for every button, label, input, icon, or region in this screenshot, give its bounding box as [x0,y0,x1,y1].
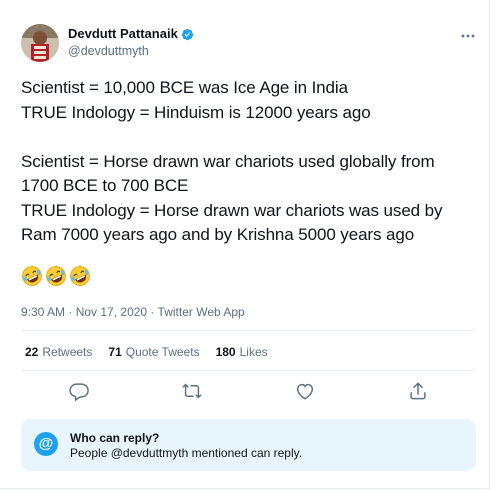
avatar-photo-icon [21,24,59,62]
tweet-metadata: 9:30 AM · Nov 17, 2020 · Twitter Web App [21,304,245,320]
tweet-stats: 22 Retweets 71 Quote Tweets 180 Likes [25,344,268,360]
tweet-source-link[interactable]: Twitter Web App [158,305,245,319]
likes-stat[interactable]: 180 Likes [216,344,268,360]
retweets-label: Retweets [42,345,93,359]
tweet-text-line: 1700 BCE to 700 BCE [21,176,189,195]
tweet-text-line: Ram 7000 years ago and by Krishna 5000 y… [21,225,415,244]
author-names: Devdutt Pattanaik @devduttmyth [68,26,194,59]
retweets-stat[interactable]: 22 Retweets [25,344,92,360]
who-can-reply-notice: @ Who can reply? People @devduttmyth men… [21,419,476,471]
at-mention-icon: @ [34,432,58,456]
likes-label: Likes [239,345,268,359]
tweet-date: Nov 17, 2020 [75,305,148,319]
tweet-text-line: Scientist = 10,000 BCE was Ice Age in In… [21,78,348,97]
tweet-text-line: TRUE Indology = Horse drawn war chariots… [21,200,443,220]
retweets-count: 22 [25,345,39,359]
who-can-reply-description: People @devduttmyth mentioned can reply. [70,446,303,460]
divider [21,370,474,371]
rolling-on-floor-laughing-emoji-icon [45,265,67,287]
like-icon[interactable] [294,380,316,402]
likes-count: 180 [215,345,236,359]
tweet-time-link[interactable]: 9:30 AM · Nov 17, 2020 [21,305,147,319]
tweet-text: Scientist = 10,000 BCE was Ice Age in In… [21,76,491,248]
verified-badge-icon [181,28,194,41]
quote-tweets-stat[interactable]: 71 Quote Tweets [108,344,199,360]
tweet-time: 9:30 AM [21,305,66,319]
divider [21,330,474,331]
tweet-card: Devdutt Pattanaik @devduttmyth Scientist… [0,0,490,489]
reply-icon[interactable] [68,380,90,402]
meta-separator: · [65,305,76,319]
meta-separator: · [147,305,158,319]
who-can-reply-title: Who can reply? [70,431,160,445]
quote-tweets-label: Quote Tweets [125,345,200,359]
author-display-name[interactable]: Devdutt Pattanaik [68,26,178,42]
display-name-row: Devdutt Pattanaik [68,26,194,42]
more-options-icon[interactable] [459,28,477,38]
tweet-actions [21,380,474,402]
quote-tweets-count: 71 [108,345,122,359]
rolling-on-floor-laughing-emoji-icon [69,265,91,287]
retweet-icon[interactable] [181,380,203,402]
avatar[interactable] [21,24,59,62]
share-icon[interactable] [407,380,429,402]
emoji-row [21,265,91,287]
tweet-text-line: TRUE Indology = Hinduism is 12000 years … [21,102,371,122]
tweet-text-line: Scientist = Horse drawn war chariots use… [21,151,435,171]
tweet-header: Devdutt Pattanaik @devduttmyth [21,22,481,62]
author-handle[interactable]: @devduttmyth [68,43,194,59]
rolling-on-floor-laughing-emoji-icon [21,265,43,287]
